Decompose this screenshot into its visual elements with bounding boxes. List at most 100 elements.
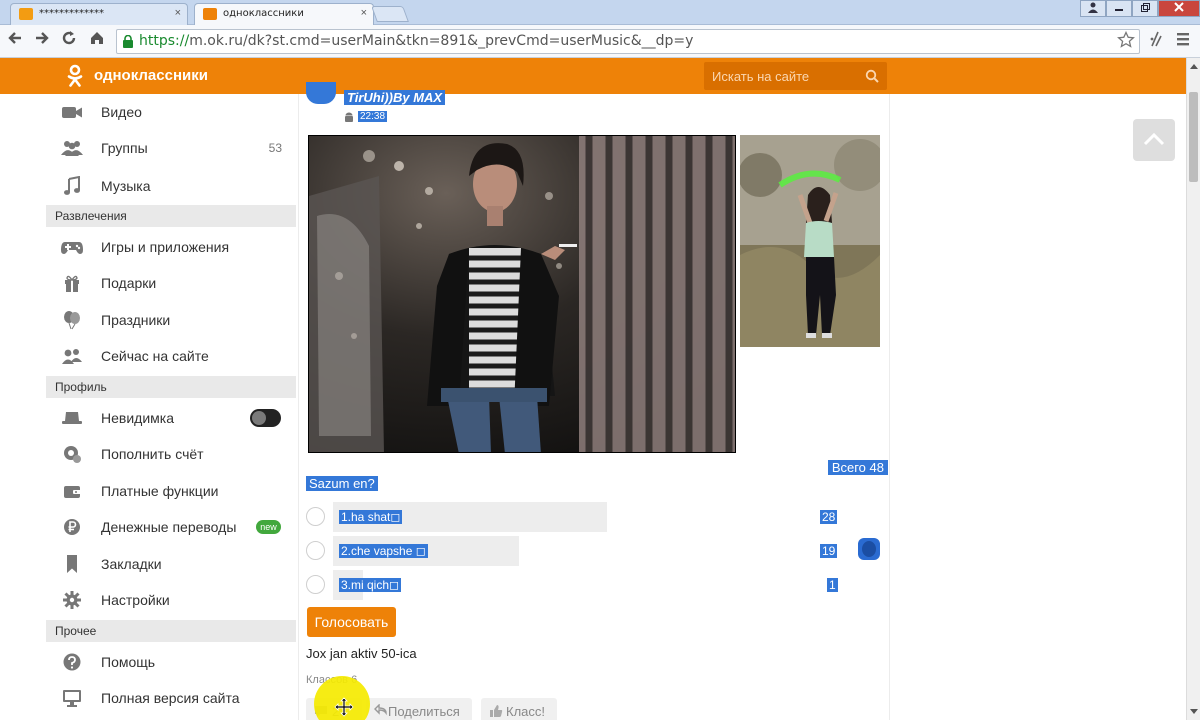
sidebar-item-label: Подарки bbox=[101, 275, 157, 291]
sidebar-item-settings[interactable]: Настройки bbox=[46, 582, 296, 618]
poll-total-votes: Всего 48 bbox=[827, 460, 888, 475]
sidebar-item-label: Закладки bbox=[101, 556, 162, 572]
sidebar-item-holidays[interactable]: Праздники bbox=[46, 302, 296, 338]
address-bar[interactable]: https://m.ok.ru/dk?st.cmd=userMain&tkn=8… bbox=[116, 29, 1140, 54]
section-title: Профиль bbox=[55, 380, 107, 394]
scrollbar-thumb[interactable] bbox=[1189, 92, 1198, 182]
sidebar-item-invisible[interactable]: Невидимка bbox=[46, 400, 296, 436]
sidebar-item-label: Группы bbox=[101, 140, 148, 156]
coins-icon bbox=[64, 446, 81, 463]
close-window-icon[interactable] bbox=[1158, 0, 1200, 17]
ok-logo-icon[interactable] bbox=[66, 64, 84, 88]
sidebar-item-money-transfers[interactable]: Денежные переводы new bbox=[46, 509, 296, 545]
post-time: 22:38 bbox=[358, 111, 388, 122]
online-users-icon bbox=[62, 349, 82, 364]
sidebar-item-full-version[interactable]: Полная версия сайта bbox=[46, 680, 296, 716]
scroll-down-arrow-icon[interactable] bbox=[1190, 709, 1198, 714]
sidebar-item-online[interactable]: Сейчас на сайте bbox=[46, 338, 296, 374]
poll-radio[interactable] bbox=[306, 575, 325, 594]
help-icon bbox=[63, 653, 81, 671]
poll-option-count: 19 bbox=[820, 544, 838, 558]
poll-option-1[interactable]: 1.ha shat◻ 28 bbox=[306, 502, 846, 532]
bookmark-star-icon[interactable] bbox=[1117, 30, 1135, 54]
sidebar-item-games[interactable]: Игры и приложения bbox=[46, 229, 296, 265]
poll-option-3[interactable]: 3.mi qich◻ 1 bbox=[306, 570, 846, 600]
poll-radio[interactable] bbox=[306, 507, 325, 526]
site-name[interactable]: одноклассники bbox=[94, 67, 208, 84]
share-icon bbox=[374, 704, 387, 716]
browser-tab-title: ************* bbox=[39, 8, 104, 19]
post-author[interactable]: TirUhi))By MAX bbox=[344, 90, 446, 105]
poll-option-count: 1 bbox=[827, 578, 838, 592]
person-icon[interactable] bbox=[1080, 0, 1106, 17]
poll-option-label: 3.mi qich◻ bbox=[339, 578, 401, 592]
sidebar-item-label: Пополнить счёт bbox=[101, 446, 204, 462]
like-label: Класс! bbox=[506, 704, 545, 719]
browser-toolbar: https://m.ok.ru/dk?st.cmd=userMain&tkn=8… bbox=[0, 25, 1200, 58]
home-icon[interactable] bbox=[86, 30, 108, 52]
post-photo-side[interactable] bbox=[740, 135, 880, 347]
tab-close-icon[interactable]: × bbox=[175, 7, 181, 19]
reload-icon[interactable] bbox=[58, 30, 80, 52]
browser-tab-ok[interactable]: одноклассники × bbox=[194, 3, 374, 25]
poll-voter-avatar[interactable] bbox=[858, 538, 880, 560]
restore-window-icon[interactable] bbox=[1132, 0, 1158, 17]
menu-icon[interactable] bbox=[1176, 30, 1190, 53]
invisible-toggle[interactable] bbox=[250, 409, 281, 427]
poll-option-label: 1.ha shat◻ bbox=[339, 510, 403, 524]
sidebar-section-profile: Профиль bbox=[46, 376, 296, 398]
new-badge: new bbox=[256, 520, 281, 534]
android-icon bbox=[345, 112, 353, 122]
minimize-window-icon[interactable] bbox=[1106, 0, 1132, 17]
scroll-up-arrow-icon[interactable] bbox=[1190, 64, 1198, 69]
groups-count: 53 bbox=[268, 141, 282, 155]
scroll-to-top-button[interactable] bbox=[1133, 119, 1175, 161]
sidebar-item-music[interactable]: Музыка bbox=[46, 168, 296, 204]
author-avatar[interactable] bbox=[306, 82, 336, 104]
post-text: Jox jan aktiv 50-ica bbox=[306, 646, 417, 661]
sidebar-item-top-up[interactable]: Пополнить счёт bbox=[46, 436, 296, 472]
vote-button[interactable]: Голосовать bbox=[307, 607, 396, 637]
sidebar-item-label: Невидимка bbox=[101, 410, 174, 426]
sidebar-item-gifts[interactable]: Подарки bbox=[46, 265, 296, 301]
browser-tab-mail[interactable]: ************* × bbox=[10, 3, 188, 25]
sidebar-item-groups[interactable]: Группы 53 bbox=[46, 130, 296, 166]
extension-icon[interactable] bbox=[1148, 30, 1164, 53]
like-button[interactable]: Класс! bbox=[481, 698, 557, 720]
music-note-icon bbox=[64, 176, 80, 195]
site-search bbox=[704, 62, 887, 90]
invisible-hat-icon bbox=[62, 412, 82, 424]
ruble-icon bbox=[64, 519, 80, 535]
feed-column: TirUhi))By MAX 22:38 Всего 48 Sazum en? … bbox=[298, 82, 890, 720]
search-icon[interactable] bbox=[865, 69, 879, 83]
sidebar-item-label: Видео bbox=[101, 104, 142, 120]
back-arrow-icon[interactable] bbox=[4, 30, 26, 52]
poll-option-2[interactable]: 2.che vapshe ◻ 19 bbox=[306, 536, 846, 566]
sidebar-item-label: Помощь bbox=[101, 654, 156, 670]
bookmark-icon bbox=[67, 555, 77, 573]
sidebar-section-other: Прочее bbox=[46, 620, 296, 642]
url-path: m.ok.ru/dk?st.cmd=userMain&tkn=891&_prev… bbox=[189, 33, 694, 49]
sidebar-item-label: Денежные переводы bbox=[101, 519, 237, 535]
share-button[interactable]: Поделиться bbox=[366, 698, 472, 720]
sidebar-item-video[interactable]: Видео bbox=[46, 94, 296, 130]
vertical-scrollbar[interactable] bbox=[1186, 58, 1200, 720]
section-title: Развлечения bbox=[55, 209, 127, 223]
ok-favicon-icon bbox=[203, 8, 217, 20]
lock-icon bbox=[123, 35, 133, 48]
site-header: одноклассники bbox=[0, 58, 1186, 94]
tab-close-icon[interactable]: × bbox=[361, 7, 367, 19]
section-title: Прочее bbox=[55, 624, 97, 638]
gamepad-icon bbox=[61, 242, 83, 254]
new-tab-button[interactable] bbox=[371, 6, 409, 22]
move-cursor-icon bbox=[334, 697, 354, 717]
sidebar-item-paid-features[interactable]: Платные функции bbox=[46, 473, 296, 509]
gift-icon bbox=[65, 275, 79, 292]
search-input[interactable] bbox=[704, 62, 859, 90]
poll-radio[interactable] bbox=[306, 541, 325, 560]
forward-arrow-icon[interactable] bbox=[31, 30, 53, 52]
sidebar-item-bookmarks[interactable]: Закладки bbox=[46, 546, 296, 582]
sidebar-item-help[interactable]: Помощь bbox=[46, 644, 296, 680]
sidebar-item-label: Настройки bbox=[101, 592, 170, 608]
post-photo-main[interactable] bbox=[308, 135, 736, 453]
